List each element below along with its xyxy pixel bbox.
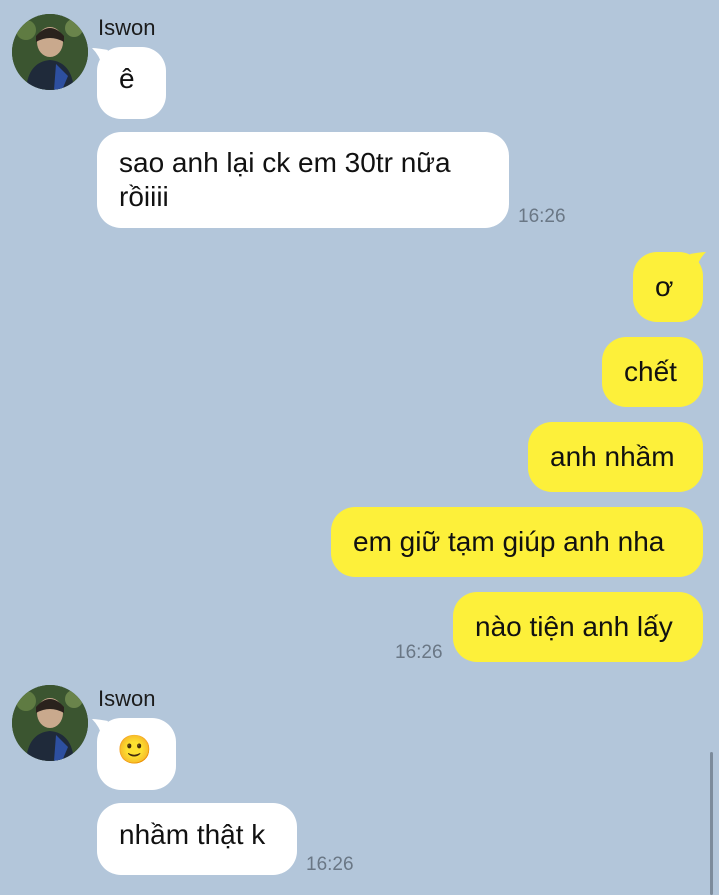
- message-bubble-incoming[interactable]: nhầm thật k: [97, 803, 297, 875]
- message-timestamp: 16:26: [306, 854, 354, 875]
- message-bubble-incoming[interactable]: sao anh lại ck em 30tr nữa rồiiii: [97, 132, 509, 228]
- avatar[interactable]: [12, 685, 88, 761]
- message-text: chết: [624, 356, 677, 387]
- user-avatar-icon: [12, 685, 88, 761]
- user-avatar-icon: [12, 14, 88, 90]
- message-text: ê: [119, 63, 135, 94]
- message-bubble-incoming[interactable]: ê: [97, 47, 166, 119]
- sender-name: Iswon: [98, 686, 156, 711]
- sender-name: Iswon: [98, 15, 156, 40]
- chat-conversation: Iswon ê sao anh lại ck em 30tr nữa rồiii…: [0, 0, 719, 895]
- message-bubble-outgoing[interactable]: chết: [602, 337, 703, 407]
- message-text: sao anh lại ck em 30tr nữa rồiiii: [119, 147, 451, 212]
- message-timestamp: 16:26: [395, 642, 443, 663]
- message-bubble-outgoing[interactable]: em giữ tạm giúp anh nha: [331, 507, 703, 577]
- message-timestamp: 16:26: [518, 206, 566, 227]
- message-text: 🙂: [117, 734, 152, 765]
- message-bubble-outgoing[interactable]: anh nhầm: [528, 422, 703, 492]
- message-text: ơ: [655, 271, 674, 302]
- scrollbar[interactable]: [710, 752, 713, 895]
- message-text: nhầm thật k: [119, 819, 266, 850]
- message-bubble-outgoing[interactable]: nào tiện anh lấy: [453, 592, 703, 662]
- message-text: nào tiện anh lấy: [475, 611, 673, 642]
- message-bubble-outgoing[interactable]: ơ: [633, 252, 703, 322]
- message-text: anh nhầm: [550, 441, 675, 472]
- message-bubble-incoming[interactable]: 🙂: [97, 718, 176, 790]
- message-text: em giữ tạm giúp anh nha: [353, 526, 665, 557]
- avatar[interactable]: [12, 14, 88, 90]
